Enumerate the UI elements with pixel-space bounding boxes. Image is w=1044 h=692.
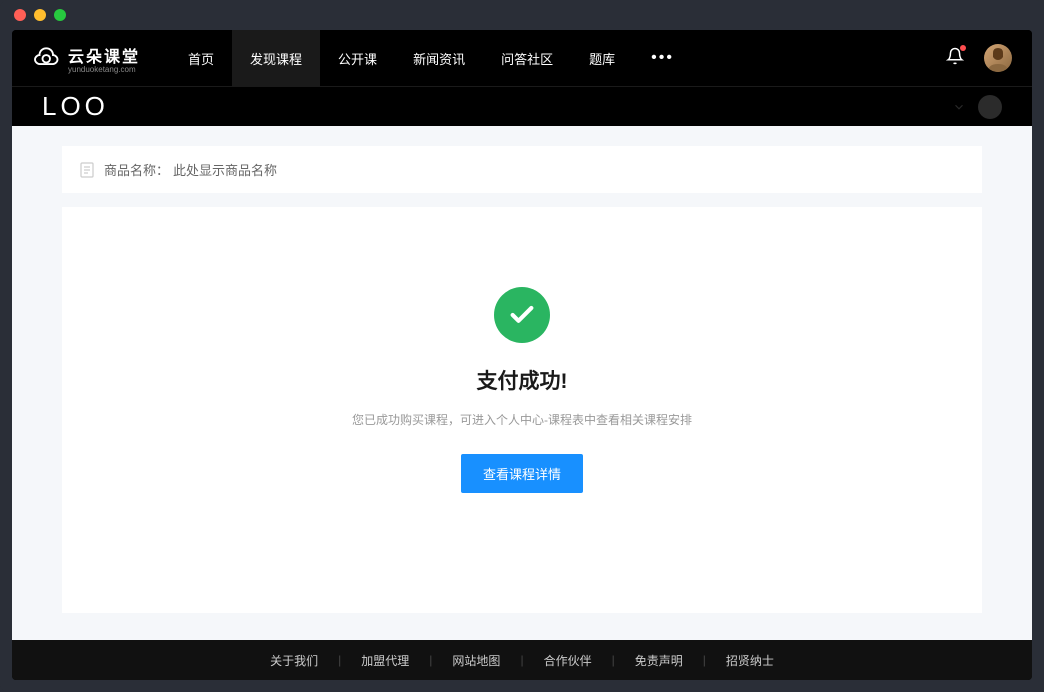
window-maximize-icon[interactable]: [54, 9, 66, 21]
view-course-detail-button[interactable]: 查看课程详情: [461, 454, 583, 493]
product-label: 商品名称：: [104, 160, 169, 179]
nav-qa-community[interactable]: 问答社区: [483, 30, 571, 86]
document-icon: [80, 162, 94, 178]
user-avatar[interactable]: [984, 44, 1012, 72]
success-checkmark-icon: [494, 287, 550, 343]
nav-question-bank[interactable]: 题库: [571, 30, 633, 86]
footer-partners[interactable]: 合作伙伴: [524, 652, 612, 669]
sub-header: LOO: [12, 86, 1032, 126]
footer-recruitment[interactable]: 招贤纳士: [706, 652, 794, 669]
product-name: 此处显示商品名称: [173, 160, 277, 179]
window-minimize-icon[interactable]: [34, 9, 46, 21]
sub-header-text: LOO: [42, 91, 109, 122]
cloud-logo-icon: [32, 43, 62, 73]
footer: 关于我们 | 加盟代理 | 网站地图 | 合作伙伴 | 免责声明 | 招贤纳士: [12, 640, 1032, 680]
top-navigation: 云朵课堂 yunduoketang.com 首页 发现课程 公开课 新闻资讯 问…: [12, 30, 1032, 86]
window-close-icon[interactable]: [14, 9, 26, 21]
nav-home[interactable]: 首页: [170, 30, 232, 86]
nav-open-courses[interactable]: 公开课: [320, 30, 395, 86]
chevron-down-icon: [952, 100, 966, 114]
nav-items: 首页 发现课程 公开课 新闻资讯 问答社区 题库 •••: [170, 30, 692, 86]
logo[interactable]: 云朵课堂 yunduoketang.com: [32, 43, 140, 74]
window-controls: [0, 0, 1044, 30]
footer-franchise[interactable]: 加盟代理: [341, 652, 429, 669]
footer-about-us[interactable]: 关于我们: [250, 652, 338, 669]
nav-discover-courses[interactable]: 发现课程: [232, 30, 320, 86]
footer-disclaimer[interactable]: 免责声明: [615, 652, 703, 669]
nav-news[interactable]: 新闻资讯: [395, 30, 483, 86]
notification-dot-icon: [960, 45, 966, 51]
success-description: 您已成功购买课程，可进入个人中心-课程表中查看相关课程安排: [352, 411, 692, 428]
success-card: 支付成功! 您已成功购买课程，可进入个人中心-课程表中查看相关课程安排 查看课程…: [62, 207, 982, 613]
content-area: 商品名称： 此处显示商品名称 支付成功! 您已成功购买课程，可进入个人中心-课程…: [12, 126, 1032, 640]
footer-sitemap[interactable]: 网站地图: [432, 652, 520, 669]
sub-avatar-icon: [978, 95, 1002, 119]
success-title: 支付成功!: [477, 365, 568, 395]
product-name-bar: 商品名称： 此处显示商品名称: [62, 146, 982, 193]
notification-button[interactable]: [946, 47, 964, 70]
logo-title: 云朵课堂: [68, 43, 140, 67]
logo-subtitle: yunduoketang.com: [68, 65, 140, 74]
nav-more-icon[interactable]: •••: [633, 49, 692, 67]
